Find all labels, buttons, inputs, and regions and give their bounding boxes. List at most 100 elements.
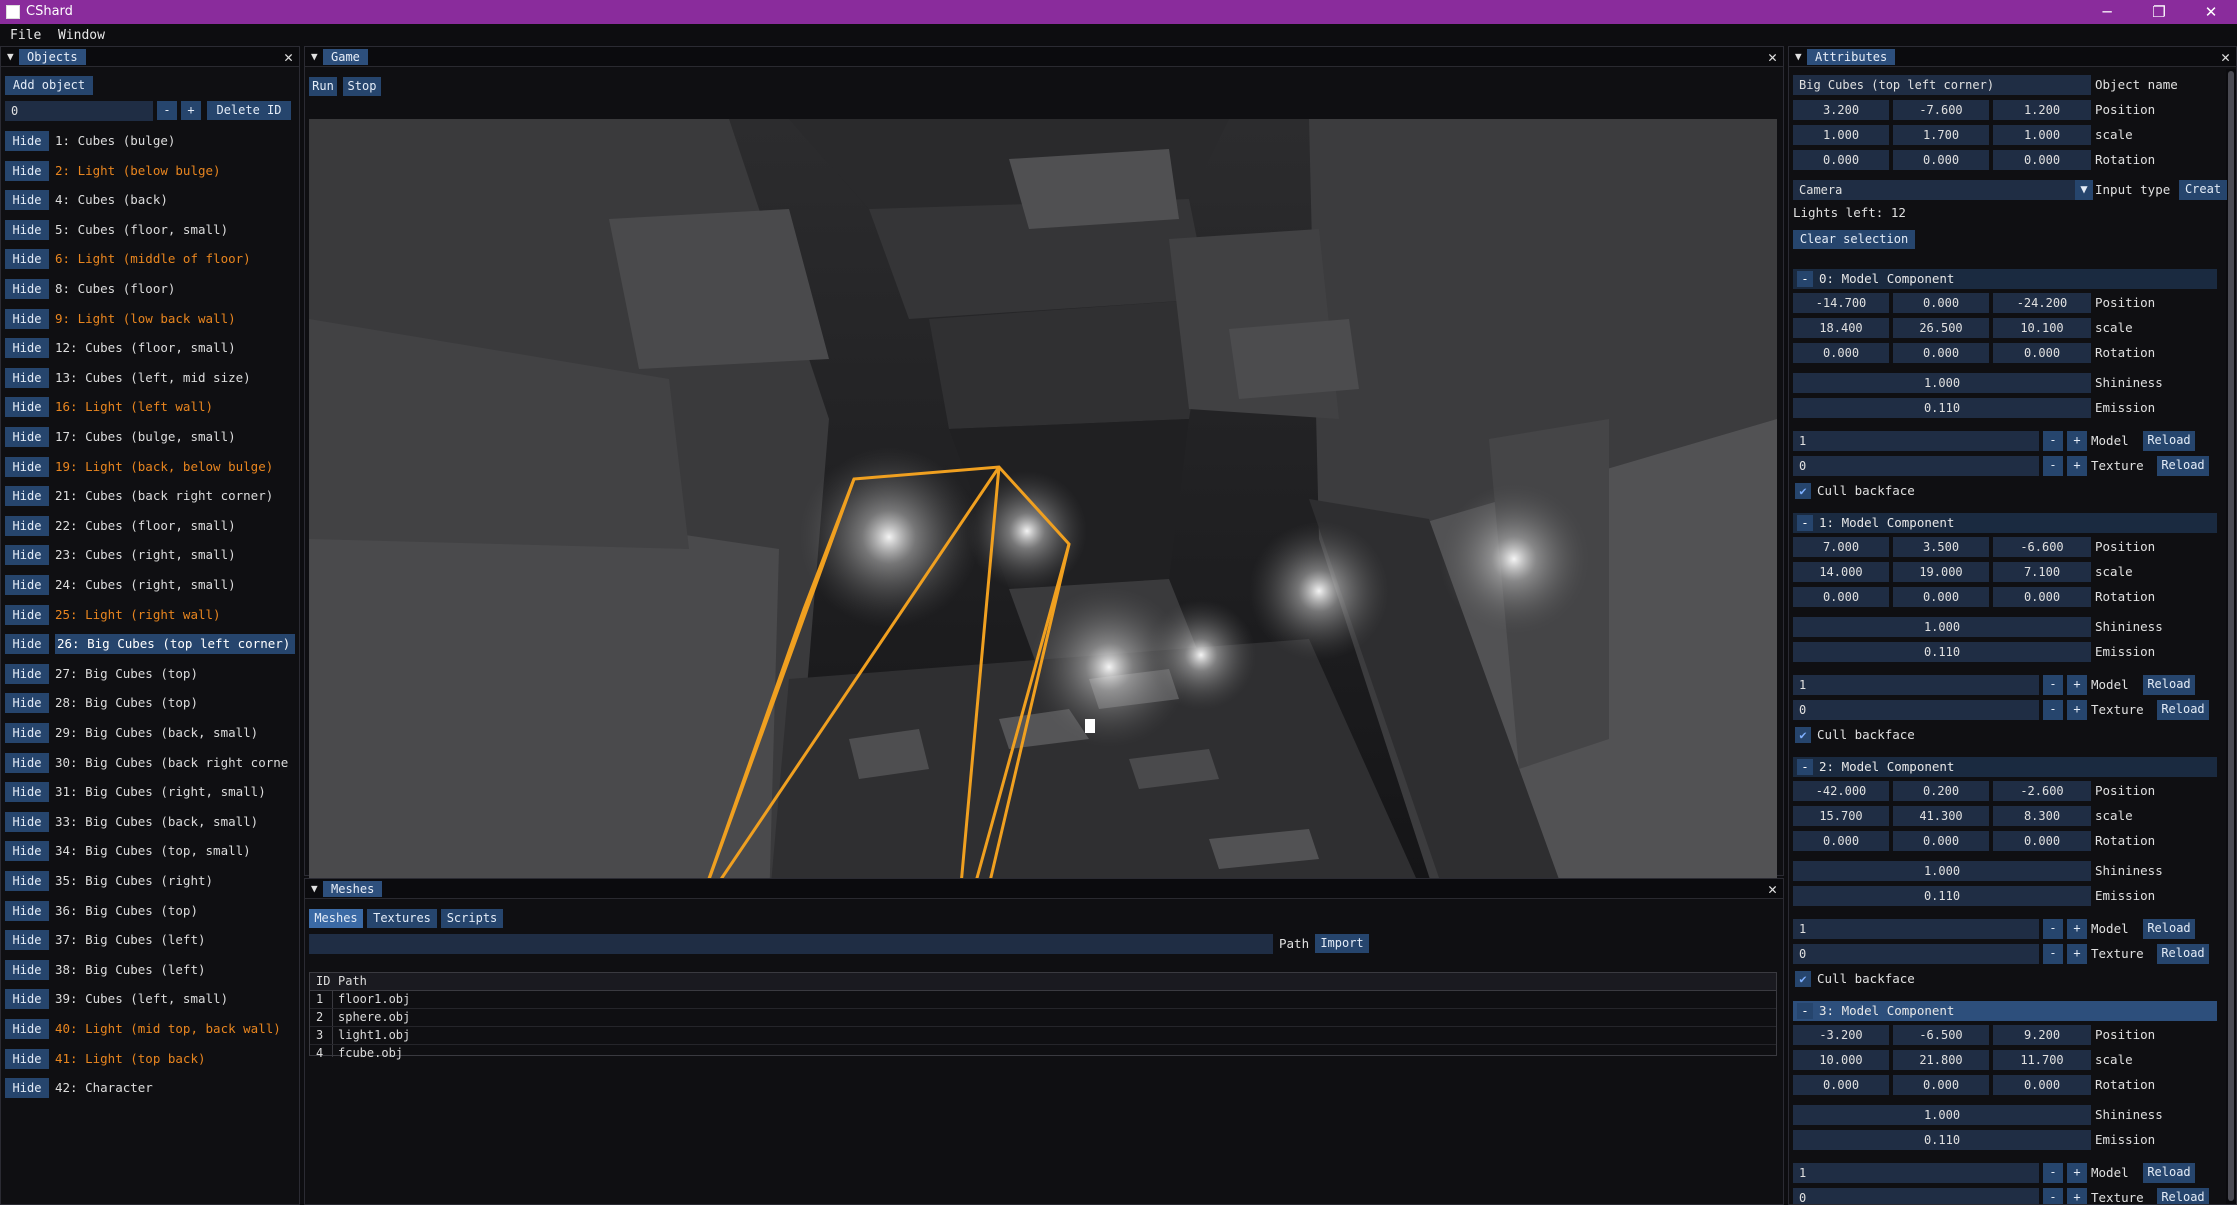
model-index-input[interactable]: 1: [1793, 919, 2039, 939]
hide-button[interactable]: Hide: [5, 604, 49, 625]
hide-button[interactable]: Hide: [5, 515, 49, 536]
scale-y-input[interactable]: 1.700: [1893, 125, 1989, 145]
scale-z-input[interactable]: 8.300: [1993, 806, 2091, 826]
cull-backface-checkbox[interactable]: ✔: [1795, 971, 1811, 987]
component-header[interactable]: -1: Model Component: [1793, 513, 2217, 533]
scale-x-input[interactable]: 10.000: [1793, 1050, 1889, 1070]
hide-button[interactable]: Hide: [5, 723, 49, 743]
rotation-y-input[interactable]: 0.000: [1893, 1075, 1989, 1095]
object-name[interactable]: 17: Cubes (bulge, small): [55, 427, 295, 447]
list-item[interactable]: Hide 35: Big Cubes (right): [5, 871, 295, 891]
model-index-input[interactable]: 1: [1793, 675, 2039, 695]
scale-z-input[interactable]: 7.100: [1993, 562, 2091, 582]
scale-x-input[interactable]: 15.700: [1793, 806, 1889, 826]
tab-textures[interactable]: Textures: [367, 909, 437, 928]
scale-y-input[interactable]: 41.300: [1893, 806, 1989, 826]
object-name[interactable]: 36: Big Cubes (top): [55, 901, 295, 921]
object-name[interactable]: 30: Big Cubes (back right corne: [55, 753, 295, 773]
hide-button[interactable]: Hide: [5, 219, 49, 240]
emission-input[interactable]: 0.110: [1793, 398, 2091, 418]
collapse-arrow-icon[interactable]: ▼: [1795, 50, 1802, 63]
clear-selection-button[interactable]: Clear selection: [1793, 230, 1915, 249]
decrement-button[interactable]: -: [2043, 1163, 2063, 1183]
position-x-input[interactable]: 7.000: [1793, 537, 1889, 557]
tab-scripts[interactable]: Scripts: [441, 909, 503, 928]
rotation-z-input[interactable]: 0.000: [1993, 150, 2091, 170]
list-item[interactable]: Hide 23: Cubes (right, small): [5, 545, 295, 566]
hide-button[interactable]: Hide: [5, 1019, 49, 1039]
rotation-x-input[interactable]: 0.000: [1793, 587, 1889, 607]
hide-button[interactable]: Hide: [5, 1078, 49, 1099]
decrement-button[interactable]: -: [2043, 700, 2063, 720]
hide-button[interactable]: Hide: [5, 930, 49, 951]
position-x-input[interactable]: -14.700: [1793, 293, 1889, 313]
scale-z-input[interactable]: 1.000: [1993, 125, 2091, 145]
increment-button[interactable]: +: [2067, 944, 2087, 964]
object-name[interactable]: 22: Cubes (floor, small): [55, 516, 295, 536]
increment-button[interactable]: +: [2067, 1188, 2087, 1204]
add-object-button[interactable]: Add object: [5, 76, 93, 95]
reload-model-button[interactable]: Reload: [2143, 675, 2195, 695]
menu-window[interactable]: Window: [58, 28, 105, 43]
list-item[interactable]: Hide 40: Light (mid top, back wall): [5, 1019, 295, 1039]
mesh-path-input[interactable]: [309, 934, 1273, 954]
object-name[interactable]: 31: Big Cubes (right, small): [55, 782, 295, 802]
decrement-button[interactable]: -: [157, 101, 177, 120]
rotation-x-input[interactable]: 0.000: [1793, 343, 1889, 363]
increment-button[interactable]: +: [2067, 919, 2087, 939]
model-index-input[interactable]: 1: [1793, 1163, 2039, 1183]
cull-backface-checkbox[interactable]: ✔: [1795, 483, 1811, 499]
object-name[interactable]: 9: Light (low back wall): [55, 309, 295, 329]
object-name[interactable]: 23: Cubes (right, small): [55, 545, 295, 565]
object-name[interactable]: 40: Light (mid top, back wall): [55, 1019, 295, 1039]
emission-input[interactable]: 0.110: [1793, 1130, 2091, 1150]
close-icon[interactable]: ✕: [2186, 0, 2236, 24]
hide-button[interactable]: Hide: [5, 427, 49, 447]
list-item[interactable]: Hide 6: Light (middle of floor): [5, 249, 295, 270]
object-name[interactable]: 35: Big Cubes (right): [55, 871, 295, 891]
texture-index-input[interactable]: 0: [1793, 944, 2039, 964]
object-name[interactable]: 41: Light (top back): [55, 1049, 295, 1069]
object-name[interactable]: 25: Light (right wall): [55, 605, 295, 625]
increment-button[interactable]: +: [2067, 700, 2087, 720]
object-name[interactable]: 29: Big Cubes (back, small): [55, 723, 295, 743]
hide-button[interactable]: Hide: [5, 131, 49, 151]
scale-z-input[interactable]: 10.100: [1993, 318, 2091, 338]
object-name[interactable]: 1: Cubes (bulge): [55, 131, 295, 151]
scale-x-input[interactable]: 1.000: [1793, 125, 1889, 145]
hide-button[interactable]: Hide: [5, 752, 49, 773]
list-item[interactable]: Hide 19: Light (back, below bulge): [5, 456, 295, 477]
component-header[interactable]: -0: Model Component: [1793, 269, 2217, 289]
list-item[interactable]: Hide 12: Cubes (floor, small): [5, 338, 295, 359]
game-viewport[interactable]: [309, 119, 1777, 907]
input-type-select[interactable]: Camera: [1793, 180, 2077, 200]
collapse-arrow-icon[interactable]: ▼: [311, 882, 318, 895]
object-name[interactable]: 38: Big Cubes (left): [55, 960, 295, 980]
rotation-z-input[interactable]: 0.000: [1993, 1075, 2091, 1095]
rotation-z-input[interactable]: 0.000: [1993, 831, 2091, 851]
decrement-button[interactable]: -: [2043, 1188, 2063, 1204]
scale-y-input[interactable]: 26.500: [1893, 318, 1989, 338]
position-z-input[interactable]: -2.600: [1993, 781, 2091, 801]
reload-texture-button[interactable]: Reload: [2157, 700, 2209, 720]
list-item[interactable]: Hide 22: Cubes (floor, small): [5, 515, 295, 536]
run-button[interactable]: Run: [309, 77, 337, 96]
list-item[interactable]: Hide 25: Light (right wall): [5, 604, 295, 625]
scale-x-input[interactable]: 18.400: [1793, 318, 1889, 338]
position-y-input[interactable]: -6.500: [1893, 1025, 1989, 1045]
reload-texture-button[interactable]: Reload: [2157, 1188, 2209, 1204]
decrement-button[interactable]: -: [2043, 675, 2063, 695]
hide-button[interactable]: Hide: [5, 634, 49, 655]
list-item[interactable]: Hide 42: Character: [5, 1078, 295, 1099]
minimize-icon[interactable]: ─: [2082, 0, 2132, 24]
hide-button[interactable]: Hide: [5, 693, 49, 714]
list-item[interactable]: Hide 2: Light (below bulge): [5, 160, 295, 181]
position-x-input[interactable]: 3.200: [1793, 100, 1889, 120]
list-item[interactable]: Hide 37: Big Cubes (left): [5, 930, 295, 951]
collapse-minus-icon[interactable]: -: [1797, 515, 1813, 531]
hide-button[interactable]: Hide: [5, 811, 49, 832]
position-y-input[interactable]: -7.600: [1893, 100, 1989, 120]
rotation-y-input[interactable]: 0.000: [1893, 150, 1989, 170]
hide-button[interactable]: Hide: [5, 841, 49, 862]
list-item[interactable]: Hide 4: Cubes (back): [5, 190, 295, 211]
